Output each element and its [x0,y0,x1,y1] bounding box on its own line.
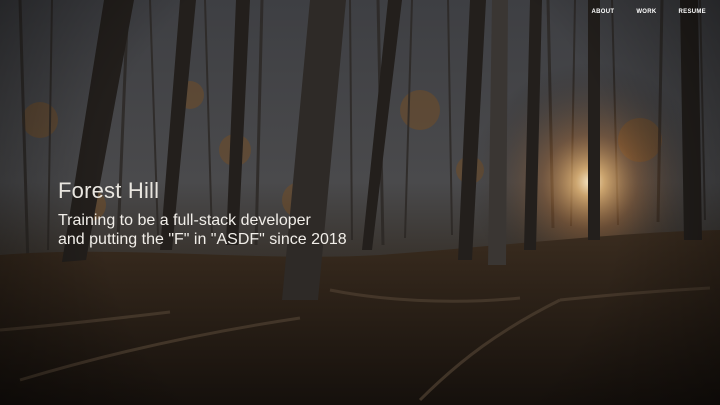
nav-work-link[interactable]: WORK [636,9,656,15]
nav-about-link[interactable]: ABOUT [591,9,614,15]
tagline-line-1: Training to be a full-stack developer [58,212,311,229]
nav-resume-link[interactable]: RESUME [679,9,706,15]
hero-tagline: Training to be a full-stack developer an… [58,211,347,249]
hero-intro: Forest Hill Training to be a full-stack … [58,178,347,249]
top-nav: ABOUT WORK RESUME [591,9,706,15]
hero-title: Forest Hill [58,178,160,203]
tagline-line-2: and putting the "F" in "ASDF" since 2018 [58,231,347,248]
